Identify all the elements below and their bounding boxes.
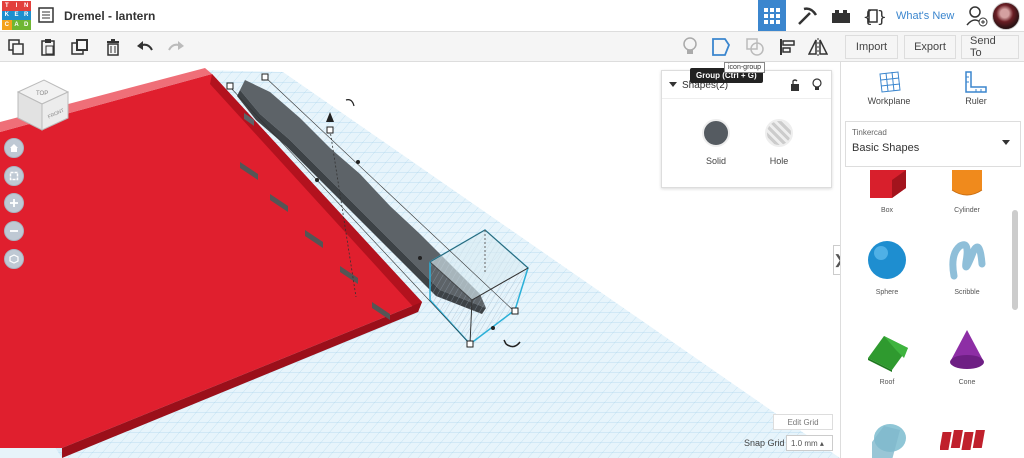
mirror-icon[interactable] [808,37,828,57]
bricks-icon[interactable] [828,4,854,28]
visibility-bulb-icon[interactable] [812,78,822,92]
codeblocks-icon[interactable]: {} [860,4,886,28]
edit-grid-button[interactable]: Edit Grid [773,414,833,430]
invite-user-icon[interactable] [966,5,988,32]
ruler-tool[interactable]: Ruler [941,70,1011,106]
ruler-icon [965,71,987,93]
solid-label: Solid [705,156,726,166]
shape-cylinder[interactable]: Cylinder [937,170,997,214]
workplane-icon [879,71,901,93]
shape-scribble[interactable]: Scribble [937,238,997,296]
shape-text[interactable] [937,424,997,458]
edit-toolbar: Import Export Send To [0,32,1024,62]
cylinder-icon [951,170,983,196]
paste-icon[interactable] [38,37,58,57]
panel-scrollbar[interactable] [1012,210,1018,310]
workplane-label: Workplane [867,96,911,106]
workplane-tool[interactable]: Workplane [854,70,924,106]
collapse-inspector-icon[interactable] [669,82,677,88]
shape-roof[interactable]: Roof [857,328,917,386]
ungroup-icon[interactable] [745,37,765,57]
library-source: Tinkercad [852,128,887,137]
copy-icon[interactable] [6,37,26,57]
document-title[interactable]: Dremel - lantern [64,9,155,23]
roof-icon [868,336,908,372]
whats-new-link[interactable]: What's New [896,10,954,22]
design-list-icon[interactable] [38,7,54,28]
user-avatar[interactable] [992,2,1020,30]
scribble-icon [949,241,986,280]
light-bulb-icon[interactable] [680,37,700,57]
ruler-label: Ruler [965,96,987,106]
delete-icon[interactable] [103,37,123,57]
shapes-panel: Workplane Ruler Tinkercad Basic Shapes B… [840,62,1024,458]
undo-icon[interactable] [135,37,155,57]
codeblocks-pickaxe-icon[interactable] [794,4,820,28]
home-view-icon[interactable] [4,138,24,158]
lock-icon[interactable] [790,79,800,91]
rotate-handle-top[interactable] [345,99,355,107]
perspective-view-icon[interactable] [4,249,24,269]
shape-sphere[interactable]: Sphere [857,238,917,296]
shape-inspector: Shapes(2) Solid Hole [661,70,832,188]
svg-text:}: } [877,7,885,26]
group-icon[interactable] [711,37,731,57]
shape-box[interactable]: Box [857,170,917,214]
shape-tube[interactable] [857,420,917,458]
grid-icon [764,7,780,24]
duplicate-icon[interactable] [70,37,90,57]
hole-swatch[interactable] [765,119,793,147]
tinkercad-logo[interactable]: T I N K E R C A D [2,1,31,30]
sphere-icon [868,241,906,279]
import-button[interactable]: Import [845,35,898,59]
text-3d-icon [939,430,985,450]
tube-icon [872,424,906,458]
top-bar: T I N K E R C A D Dremel - lantern {} Wh… [0,0,1024,32]
3d-view-button[interactable] [758,0,786,31]
chevron-down-icon [1002,140,1010,145]
redo-icon[interactable] [166,37,186,57]
group-icon-alt-tooltip: icon-group [724,62,766,73]
box-icon [870,170,906,198]
shape-library-select[interactable]: Tinkercad Basic Shapes [845,121,1021,167]
snap-grid-select[interactable]: 1.0 mm ▴ [786,435,833,451]
solid-color-swatch[interactable] [702,119,730,147]
fit-view-icon[interactable] [4,166,24,186]
library-name: Basic Shapes [852,142,920,154]
view-cube-top-label: TOP [36,91,48,97]
shape-cone[interactable]: Cone [937,328,997,386]
send-to-button[interactable]: Send To [961,35,1019,59]
export-button[interactable]: Export [904,35,956,59]
align-icon[interactable] [778,37,798,57]
zoom-out-icon[interactable] [4,221,24,241]
cone-icon [950,330,984,369]
snap-grid-label: Snap Grid [744,438,785,448]
view-cube[interactable]: TOP FRONT [14,72,70,139]
hole-label: Hole [769,156,789,166]
zoom-in-icon[interactable] [4,193,24,213]
